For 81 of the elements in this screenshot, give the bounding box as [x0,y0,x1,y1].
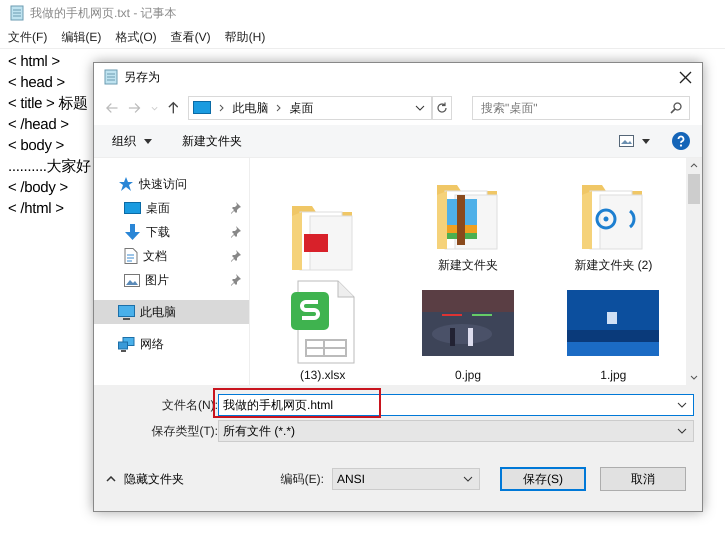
caret-icon[interactable] [642,138,650,144]
dialog-title: 另存为 [124,68,160,86]
text-line: < title > 标题 [8,94,88,114]
file-name: (13).xlsx [300,368,346,382]
scrollbar[interactable] [686,158,702,385]
file-name: 1.jpg [600,368,626,382]
monitor-icon [193,101,212,115]
file-type-dropdown[interactable]: 所有文件 (*.*) [218,420,694,442]
pin-icon[interactable] [230,250,241,262]
notepad-icon [104,69,118,85]
nav-item[interactable]: 网络 [94,332,249,356]
menu-item[interactable]: 查看(V) [170,28,211,46]
up-arrow-icon[interactable] [168,101,178,115]
text-line: < head > [8,73,65,93]
text-line: < body > [8,136,64,156]
breadcrumb-item[interactable]: 桌面 [289,100,314,116]
file-item[interactable]: 0.jpg [395,278,541,382]
download-arrow-icon [124,224,141,240]
dialog-button[interactable]: 保存(S) [500,467,586,491]
nav-item[interactable]: 快速访问 [94,172,249,196]
text-line: < /head > [8,115,69,135]
scroll-up-icon[interactable] [690,163,698,168]
pin-icon[interactable] [230,274,241,286]
filename-field[interactable]: 我做的手机网页.html [218,394,694,416]
notepad-icon [10,5,24,21]
image-icon [124,274,140,286]
search-icon [670,102,682,114]
nav-item[interactable]: 文档 [94,244,249,268]
close-icon[interactable] [679,70,692,84]
nav-item[interactable]: 下载 [94,220,249,244]
file-name: 新建文件夹 [438,257,498,274]
document-icon [124,248,138,264]
chevron-icon [276,104,282,112]
search-field[interactable]: 搜索"桌面" [472,96,690,120]
breadcrumb-item[interactable]: 此电脑 [232,100,268,116]
dropdown-caret-icon[interactable] [415,105,426,111]
file-item[interactable]: 1.jpg [540,278,686,382]
network-icon [118,336,135,352]
text-line: < html > [8,52,60,72]
new-folder-button[interactable]: 新建文件夹 [182,132,242,150]
help-icon[interactable] [672,132,690,150]
star-icon [118,176,134,192]
chevron-icon [219,104,224,112]
nav-item[interactable]: 此电脑 [94,300,249,324]
text-line: < /body > [8,178,68,198]
file-name: 0.jpg [454,368,481,382]
nav-item[interactable]: 图片 [94,268,249,292]
refresh-button[interactable] [432,96,452,120]
text-line: < /html > [8,199,64,219]
menu-item[interactable]: 帮助(H) [224,28,266,46]
file-item[interactable]: (13).xlsx [250,278,396,382]
dialog-button[interactable]: 取消 [600,467,686,491]
menu-item[interactable]: 编辑(E) [61,28,102,46]
caret-icon [144,138,152,144]
menu-item[interactable]: 格式(O) [115,28,157,46]
monitor-icon [118,304,135,320]
field-label: 保存类型(T): [150,422,218,440]
nav-item[interactable]: 桌面 [94,196,249,220]
field-label: 编码(E): [280,470,324,488]
file-item[interactable]: 新建文件夹 (2) [540,170,686,274]
spreadsheet-icon [290,280,356,364]
encoding-dropdown[interactable]: ANSI [332,468,480,490]
file-item[interactable]: 新建文件夹 [395,170,541,274]
dropdown-caret-icon [463,476,473,482]
scroll-thumb[interactable] [688,174,700,204]
scroll-down-icon[interactable] [690,375,698,380]
caret-up-icon [106,476,116,482]
dropdown-caret-icon [677,428,687,434]
dropdown-caret-icon [677,402,687,408]
window-title: 我做的手机网页.txt - 记事本 [30,4,177,22]
monitor-icon [124,202,141,214]
pin-icon[interactable] [230,226,241,238]
refresh-icon [436,102,448,114]
address-bar[interactable]: 此电脑 桌面 [188,96,432,120]
organize-menu[interactable]: 组织 [112,132,136,150]
text-line: ..........大家好 [8,157,91,177]
view-icon[interactable] [619,135,634,147]
menu-item[interactable]: 文件(F) [8,28,48,46]
file-name: 新建文件夹 (2) [574,257,652,274]
hide-folders-toggle[interactable]: 隐藏文件夹 [106,470,184,488]
pin-icon[interactable] [230,202,241,214]
